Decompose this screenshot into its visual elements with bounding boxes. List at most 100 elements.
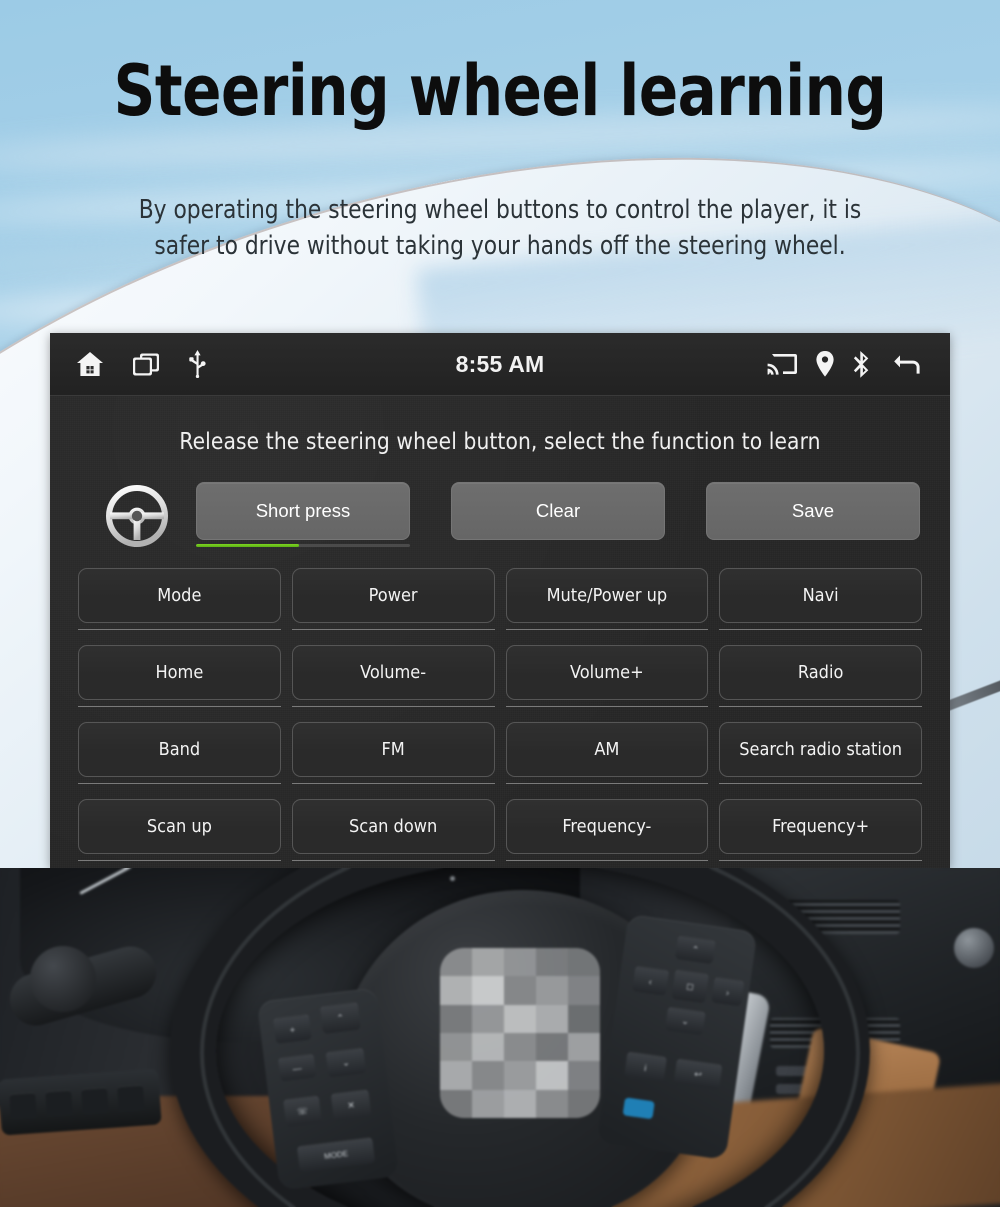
function-grid: Mode Power Mute/Power up Navi Home Volum…: [50, 568, 950, 868]
door-switch-bank: [0, 1068, 162, 1136]
short-press-progress-fill: [196, 544, 299, 547]
function-button-mute-power-up[interactable]: Mute/Power up: [505, 568, 709, 623]
left-key: ‹: [631, 965, 670, 997]
up-key: ⌃: [674, 935, 716, 965]
function-button-mode[interactable]: Mode: [78, 568, 281, 623]
mosaic-tile: [472, 1061, 504, 1090]
usb-icon[interactable]: [188, 350, 207, 378]
action-short-press: Short press: [196, 482, 410, 547]
mosaic-tile: [568, 1033, 600, 1062]
recent-apps-icon[interactable]: [132, 352, 160, 377]
function-cell: Home: [78, 645, 281, 722]
mosaic-tile: [536, 948, 568, 977]
mosaic-tile: [568, 1004, 600, 1033]
back-key: ↩: [673, 1058, 723, 1091]
location-icon[interactable]: [816, 351, 834, 377]
function-cell: AM: [505, 722, 709, 799]
function-row: Home Volume- Volume+ Radio: [78, 645, 922, 722]
mosaic-tile: [504, 1004, 536, 1033]
save-button[interactable]: Save: [706, 482, 920, 540]
function-button-frequency-up[interactable]: Frequency+: [719, 799, 922, 854]
mosaic-tile: [568, 976, 600, 1005]
status-bar: 8:55 AM: [50, 333, 950, 396]
cell-divider: [505, 629, 709, 630]
mosaic-tile: [472, 1004, 504, 1033]
function-button-radio[interactable]: Radio: [719, 645, 922, 700]
function-row: Mode Power Mute/Power up Navi: [78, 568, 922, 645]
function-cell: Scan up: [78, 799, 281, 868]
down-key: ⌄: [664, 1006, 706, 1036]
page-root: Steering wheel learning By operating the…: [0, 0, 1000, 1207]
function-button-am[interactable]: AM: [505, 722, 709, 777]
function-button-frequency-down[interactable]: Frequency-: [505, 799, 709, 854]
function-cell: Frequency-: [505, 799, 709, 868]
cell-divider: [291, 706, 495, 707]
home-icon[interactable]: [76, 351, 104, 377]
mosaic-tile: [536, 1089, 568, 1118]
seek-down-key: ⌄: [325, 1047, 367, 1078]
cell-divider: [78, 629, 281, 630]
function-button-search-radio-station[interactable]: Search radio station: [719, 722, 922, 777]
mosaic-tile: [472, 976, 504, 1005]
cell-divider: [505, 706, 709, 707]
cell-divider: [78, 783, 281, 784]
cell-divider: [291, 629, 495, 630]
mosaic-tile: [472, 1033, 504, 1062]
switch: [117, 1084, 145, 1113]
short-press-button[interactable]: Short press: [196, 482, 410, 540]
function-button-scan-down[interactable]: Scan down: [291, 799, 495, 854]
mosaic-tile: [504, 1033, 536, 1062]
cell-divider: [78, 706, 281, 707]
function-cell: Mode: [78, 568, 281, 645]
cell-divider: [291, 783, 495, 784]
page-subtitle: By operating the steering wheel buttons …: [138, 195, 862, 261]
mosaic-tile: [536, 1033, 568, 1062]
bluetooth-icon[interactable]: [853, 350, 871, 378]
function-button-volume-up[interactable]: Volume+: [505, 645, 709, 700]
volume-up-key: +: [272, 1013, 312, 1044]
function-button-navi[interactable]: Navi: [719, 568, 922, 623]
gauge-needle: [79, 868, 161, 895]
mosaic-tile: [472, 1089, 504, 1118]
action-row: Short press Clear Save: [50, 482, 950, 547]
pixelated-logo: [440, 948, 600, 1118]
mosaic-tile: [504, 1061, 536, 1090]
function-button-scan-up[interactable]: Scan up: [78, 799, 281, 854]
car-interior-photo: + ⌃ — ⌄ ☏ ✕ MODE ⌃ ‹ ◻ › ⌄ i ↩: [0, 868, 1000, 1207]
function-cell: Scan down: [291, 799, 495, 868]
mute-key: ✕: [330, 1089, 372, 1122]
function-cell: Volume-: [291, 645, 495, 722]
switch: [45, 1089, 73, 1118]
cell-divider: [291, 860, 495, 861]
function-cell: Frequency+: [719, 799, 922, 868]
function-button-band[interactable]: Band: [78, 722, 281, 777]
function-button-home[interactable]: Home: [78, 645, 281, 700]
stalk-knob: [30, 946, 96, 1012]
cell-divider: [719, 783, 922, 784]
mosaic-tile: [504, 976, 536, 1005]
enter-key: ◻: [671, 969, 710, 1004]
climate-knob: [954, 928, 994, 968]
mode-key: MODE: [296, 1136, 376, 1173]
status-bar-right-icons: [767, 350, 922, 378]
function-button-fm[interactable]: FM: [291, 722, 495, 777]
mosaic-tile: [440, 976, 472, 1005]
function-cell: Search radio station: [719, 722, 922, 799]
mosaic-tile: [472, 948, 504, 977]
switch: [81, 1087, 109, 1115]
call-key: ☏: [282, 1095, 323, 1128]
back-icon[interactable]: [890, 352, 922, 376]
mosaic-tile: [536, 976, 568, 1005]
instruction-text: Release the steering wheel button, selec…: [179, 429, 821, 455]
status-bar-left-icons: [76, 350, 207, 378]
mosaic-tile: [568, 1061, 600, 1090]
cast-icon[interactable]: [767, 352, 797, 376]
function-button-power[interactable]: Power: [291, 568, 495, 623]
function-button-volume-down[interactable]: Volume-: [291, 645, 495, 700]
volume-down-key: —: [277, 1053, 317, 1082]
clear-button[interactable]: Clear: [451, 482, 665, 540]
function-cell: Volume+: [505, 645, 709, 722]
short-press-progress-track[interactable]: [196, 544, 410, 547]
info-key: i: [623, 1051, 668, 1083]
switch: [9, 1092, 38, 1120]
